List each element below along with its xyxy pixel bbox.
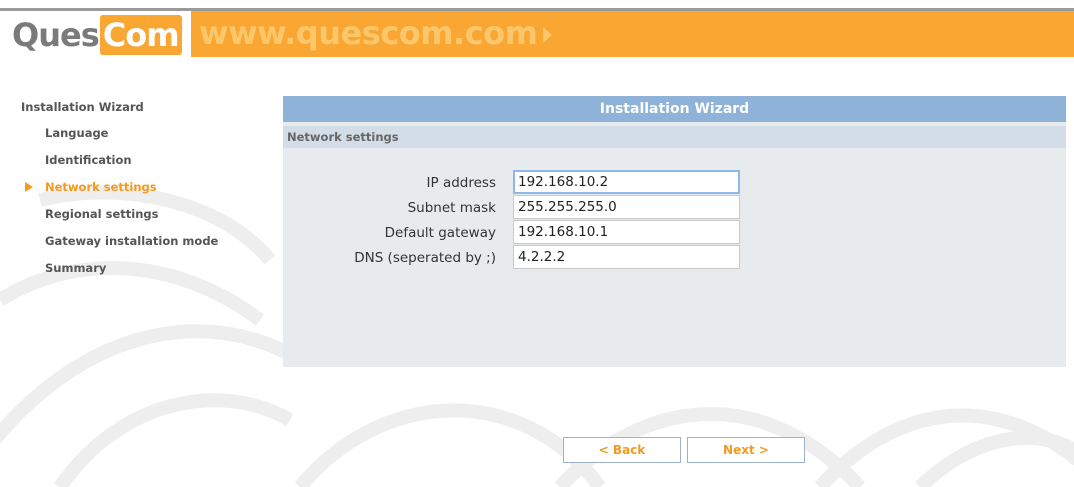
- header-banner: www.quescom.com: [191, 11, 1074, 57]
- triangle-right-icon: [25, 182, 33, 192]
- dns-input[interactable]: [513, 245, 740, 269]
- logo[interactable]: Ques Com: [0, 11, 188, 57]
- subnet-mask-label: Subnet mask: [407, 200, 496, 216]
- logo-text-ques: Ques: [12, 16, 100, 54]
- play-arrow-icon: [543, 27, 553, 43]
- default-gateway-input[interactable]: [513, 220, 740, 244]
- default-gateway-label: Default gateway: [384, 225, 496, 241]
- next-button[interactable]: Next >: [687, 437, 805, 463]
- header: Ques Com www.quescom.com: [0, 11, 1074, 57]
- wizard-title-bar: Installation Wizard: [283, 96, 1066, 122]
- ip-address-input[interactable]: [513, 170, 740, 194]
- section-header: Network settings: [283, 126, 1066, 148]
- logo-text-com: Com: [99, 15, 182, 55]
- site-url[interactable]: www.quescom.com: [199, 14, 538, 52]
- sidebar-item-identification[interactable]: Identification: [45, 153, 132, 167]
- sidebar-item-regional-settings[interactable]: Regional settings: [45, 207, 158, 221]
- sidebar-title[interactable]: Installation Wizard: [21, 100, 144, 114]
- sidebar-item-gateway-installation-mode[interactable]: Gateway installation mode: [45, 234, 218, 248]
- wizard-panel: Installation Wizard Network settings IP …: [283, 96, 1066, 367]
- sidebar-item-language[interactable]: Language: [45, 126, 109, 140]
- section-title: Network settings: [287, 130, 399, 144]
- sidebar-item-summary[interactable]: Summary: [45, 261, 106, 275]
- sidebar-item-network-settings[interactable]: Network settings: [45, 180, 157, 194]
- subnet-mask-input[interactable]: [513, 195, 740, 219]
- wizard-title: Installation Wizard: [599, 101, 750, 117]
- back-button[interactable]: < Back: [563, 437, 681, 463]
- dns-label: DNS (seperated by ;): [354, 250, 496, 266]
- ip-address-label: IP address: [426, 175, 496, 191]
